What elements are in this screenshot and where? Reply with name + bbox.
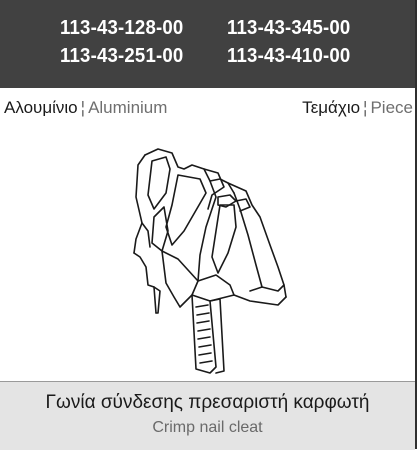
unit-label: Τεμάχιο ¦ Piece	[302, 95, 413, 121]
unit-greek: Τεμάχιο	[302, 98, 361, 117]
material-english: Aluminium	[88, 98, 168, 117]
unit-english: Piece	[370, 98, 413, 117]
cleat-nail-strip-side	[209, 298, 225, 374]
cleat-nail-teeth	[195, 304, 213, 364]
product-name-footer: Γωνία σύνδεσης πρεσαριστή καρφωτή Crimp …	[0, 381, 415, 450]
cleat-left-opening	[147, 156, 171, 210]
product-code: 113-43-345-00	[227, 17, 351, 39]
cleat-lower-left	[133, 252, 157, 314]
cleat-wing-tip	[261, 284, 285, 292]
crimp-nail-cleat-drawing-icon	[133, 148, 287, 374]
cleat-lower-opening	[151, 206, 169, 252]
product-code: 113-43-251-00	[60, 45, 184, 67]
material-label: Αλουμίνιο ¦ Aluminium	[4, 95, 167, 121]
cleat-middle-opening	[165, 174, 207, 246]
product-code-grid: 113-43-128-00 113-43-345-00 113-43-251-0…	[60, 16, 380, 68]
product-codes-header: 113-43-128-00 113-43-345-00 113-43-251-0…	[0, 0, 415, 88]
product-card: 113-43-128-00 113-43-345-00 113-43-251-0…	[0, 0, 417, 450]
product-meta-row: Αλουμίνιο ¦ Aluminium Τεμάχιο ¦ Piece	[0, 95, 415, 121]
material-greek: Αλουμίνιο	[4, 98, 78, 117]
product-name-english: Crimp nail cleat	[152, 419, 263, 436]
cleat-wing-opening	[211, 204, 237, 274]
product-name-greek: Γωνία σύνδεσης πρεσαριστή καρφωτή	[45, 392, 370, 413]
product-code: 113-43-128-00	[60, 17, 184, 39]
cleat-front-edge	[197, 180, 217, 282]
cleat-top-outline	[144, 148, 235, 194]
product-code: 113-43-410-00	[227, 45, 351, 67]
cleat-wing-bottom	[233, 294, 287, 306]
cleat-left-outline	[133, 154, 146, 254]
material-separator: ¦	[80, 98, 86, 117]
cleat-left-ridge	[141, 222, 151, 248]
unit-separator: ¦	[363, 98, 368, 117]
